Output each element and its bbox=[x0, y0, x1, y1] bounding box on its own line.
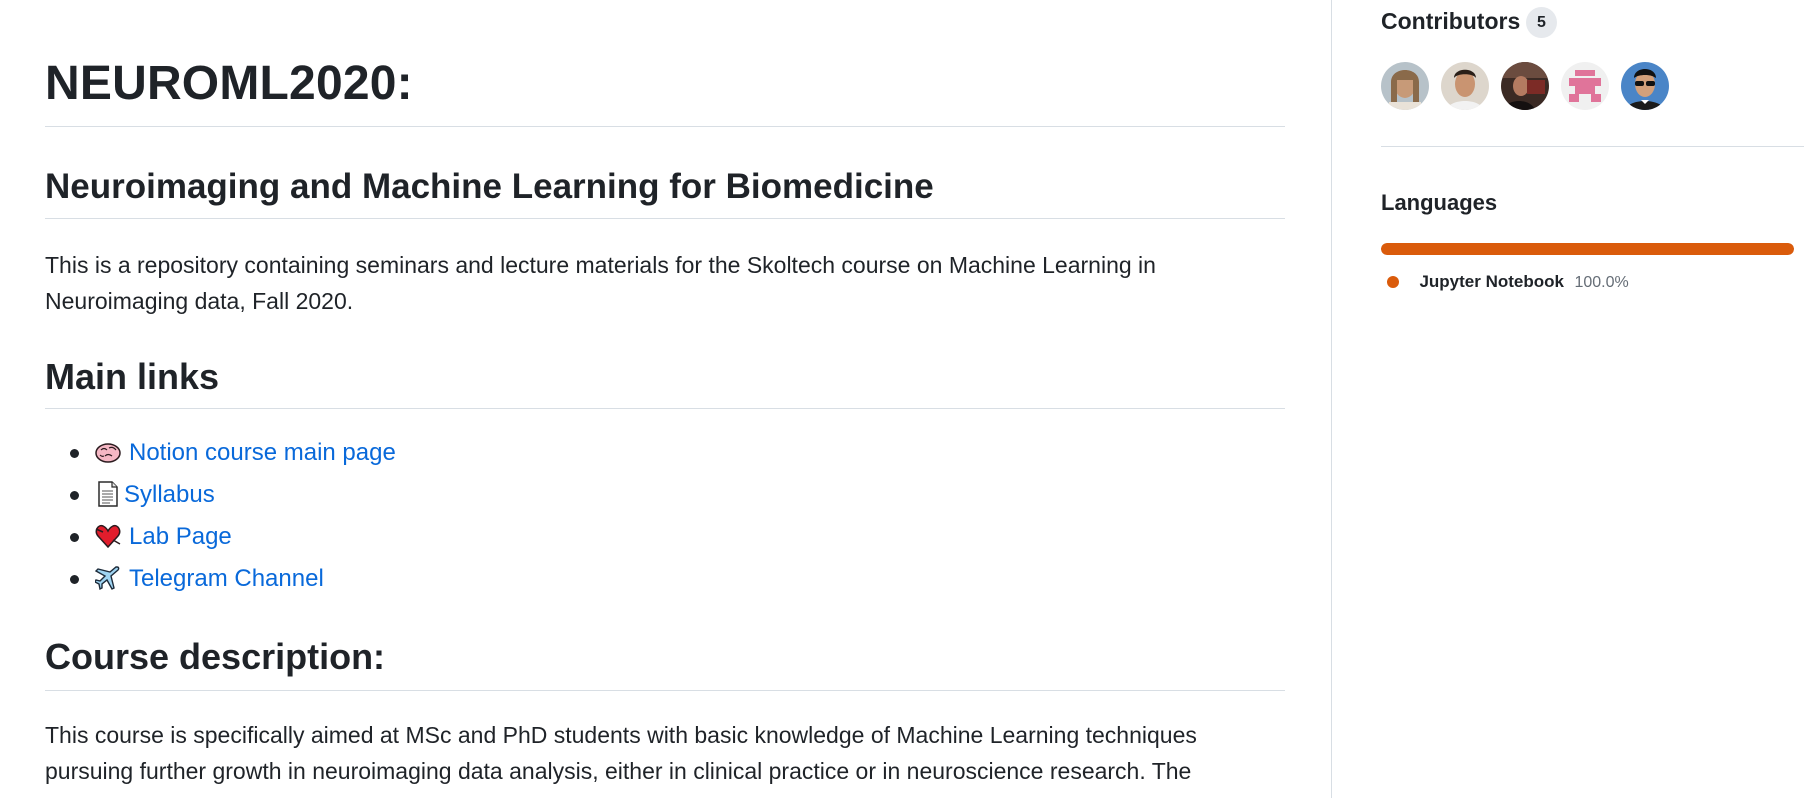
readme-subtitle: Neuroimaging and Machine Learning for Bi… bbox=[45, 167, 934, 206]
jupyter-notebook-bar-segment bbox=[1381, 243, 1794, 255]
main-links-list: Notion course main page Syllabus Lab Pag… bbox=[45, 432, 396, 600]
main-links-heading: Main links bbox=[45, 356, 220, 397]
languages-heading: Languages bbox=[1381, 190, 1498, 215]
language-name: Jupyter Notebook bbox=[1419, 272, 1564, 291]
airplane-icon bbox=[95, 565, 121, 591]
course-description-heading: Course description: bbox=[45, 636, 386, 677]
languages-progress-bar bbox=[1381, 243, 1794, 255]
page-icon bbox=[95, 481, 121, 507]
language-item[interactable]: Jupyter Notebook 100.0% bbox=[1387, 270, 1629, 294]
heart-icon bbox=[95, 523, 121, 549]
contributor-avatar[interactable] bbox=[1621, 62, 1669, 110]
brain-icon bbox=[95, 439, 121, 465]
syllabus-link[interactable]: Syllabus bbox=[124, 481, 215, 508]
notion-course-link[interactable]: Notion course main page bbox=[129, 439, 396, 466]
contributor-avatar[interactable] bbox=[1501, 62, 1549, 110]
bullet bbox=[70, 533, 79, 542]
telegram-channel-link[interactable]: Telegram Channel bbox=[129, 565, 324, 592]
subtitle-divider bbox=[45, 218, 1285, 219]
list-item: Telegram Channel bbox=[45, 558, 396, 600]
contributor-avatar[interactable] bbox=[1381, 62, 1429, 110]
bullet bbox=[70, 491, 79, 500]
sidebar-section-divider bbox=[1381, 146, 1804, 147]
contributors-count-badge: 5 bbox=[1526, 7, 1557, 38]
contributor-avatar[interactable] bbox=[1441, 62, 1489, 110]
main-links-divider bbox=[45, 408, 1285, 409]
intro-paragraph: This is a repository containing seminars… bbox=[45, 252, 1156, 314]
list-item: Notion course main page bbox=[45, 432, 396, 474]
contributors-heading[interactable]: Contributors bbox=[1381, 6, 1520, 36]
list-item: Syllabus bbox=[45, 474, 396, 516]
lab-page-link[interactable]: Lab Page bbox=[129, 523, 232, 550]
course-description-divider bbox=[45, 690, 1285, 691]
contributor-avatar[interactable] bbox=[1561, 62, 1609, 110]
bullet bbox=[70, 575, 79, 584]
list-item: Lab Page bbox=[45, 516, 396, 558]
sidebar-divider bbox=[1331, 0, 1332, 798]
title-divider bbox=[45, 126, 1285, 127]
repository-page: NEUROML2020: Neuroimaging and Machine Le… bbox=[0, 0, 1804, 798]
language-color-dot bbox=[1387, 276, 1399, 288]
readme-title: NEUROML2020: bbox=[45, 57, 413, 110]
language-percent: 100.0% bbox=[1574, 274, 1629, 291]
bullet bbox=[70, 449, 79, 458]
course-description-paragraph: This course is specifically aimed at MSc… bbox=[45, 722, 1197, 784]
contributors-title: Contributors bbox=[1381, 8, 1521, 34]
sidebar: Contributors 5 Languages Jupyter Noteboo… bbox=[1381, 0, 1804, 798]
